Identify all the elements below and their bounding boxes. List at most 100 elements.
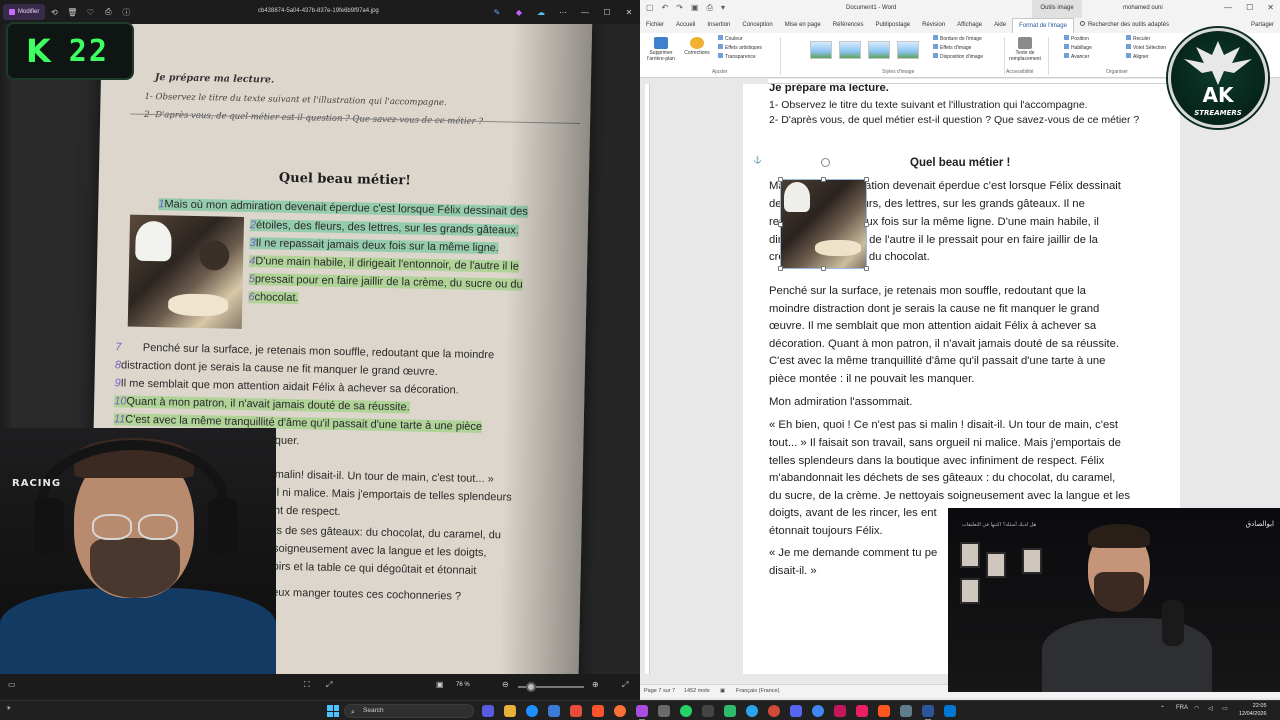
app-pink-icon[interactable] <box>834 705 846 717</box>
photos-app-icon[interactable] <box>636 705 648 720</box>
tab-format-image[interactable]: Format de l'image <box>1012 18 1074 33</box>
position-button[interactable]: Position <box>1064 35 1092 44</box>
app-dark-icon[interactable] <box>702 705 714 717</box>
tray-chevron-icon[interactable]: ⌃ <box>1160 705 1165 712</box>
tell-me-search[interactable]: Rechercher des outils adaptés <box>1074 18 1175 33</box>
app-circle-icon[interactable] <box>768 705 780 717</box>
app-magenta-icon[interactable] <box>856 705 868 717</box>
effets-artistiques-button[interactable]: Effets artistiques <box>718 44 762 53</box>
more-icon[interactable]: ⋯ <box>552 4 574 20</box>
share-button[interactable]: Partager <box>1245 18 1280 33</box>
fit-window-icon[interactable]: ▣ <box>436 680 444 689</box>
brave-icon[interactable] <box>592 705 604 717</box>
corrections-button[interactable]: Corrections <box>682 37 712 57</box>
taskbar-search[interactable]: ⌕ Search <box>344 704 474 718</box>
app-slate-icon[interactable] <box>900 705 912 717</box>
picture-style-4[interactable] <box>897 41 919 59</box>
chrome-icon[interactable] <box>812 705 824 717</box>
app-blue-icon[interactable] <box>944 705 956 717</box>
proofing-icon[interactable]: ▣ <box>720 688 725 694</box>
cloud-icon[interactable]: ☁ <box>530 4 552 20</box>
edit-pen-icon[interactable]: ✎ <box>486 4 508 20</box>
save-icon[interactable]: ▣ <box>691 3 699 13</box>
vertical-ruler[interactable] <box>645 84 650 674</box>
user-name[interactable]: mohamed ouni <box>1123 5 1163 11</box>
filmstrip-icon[interactable]: ▭ <box>8 680 16 689</box>
zoom-out-icon[interactable]: ⊖ <box>502 680 509 689</box>
app-orange-icon[interactable] <box>878 705 890 717</box>
edge-icon[interactable] <box>526 705 538 717</box>
tab-accueil[interactable]: Accueil <box>670 18 701 33</box>
volet-selection-button[interactable]: Volet Sélection <box>1126 44 1166 53</box>
weather-icon[interactable]: ☀ <box>6 705 11 712</box>
store-icon[interactable] <box>548 705 560 717</box>
zoom-slider-thumb[interactable] <box>526 682 536 692</box>
tab-fichier[interactable]: Fichier <box>640 18 670 33</box>
tab-revision[interactable]: Révision <box>916 18 951 33</box>
info-icon[interactable]: ⓘ <box>117 4 135 20</box>
habillage-button[interactable]: Habillage <box>1064 44 1092 53</box>
tab-insertion[interactable]: Insertion <box>701 18 736 33</box>
anchor-icon[interactable]: ⚓ <box>753 156 762 164</box>
battery-icon[interactable]: ▭ <box>1222 705 1228 712</box>
discord-icon[interactable] <box>790 705 802 717</box>
maximize-icon[interactable]: ☐ <box>1246 3 1253 12</box>
print-icon[interactable]: ⎙ <box>99 4 117 20</box>
close-icon[interactable]: ✕ <box>618 4 640 20</box>
resize-handle[interactable] <box>821 266 826 271</box>
disposition-button[interactable]: Disposition d'image <box>933 53 983 62</box>
resize-handle[interactable] <box>778 177 783 182</box>
transparence-button[interactable]: Transparence <box>718 53 762 62</box>
minimize-icon[interactable]: — <box>1224 3 1232 12</box>
resize-handle[interactable] <box>778 222 783 227</box>
picture-style-3[interactable] <box>868 41 890 59</box>
autosave-icon[interactable]: ▢ <box>646 3 654 13</box>
modifier-button[interactable]: Modifier <box>3 4 46 20</box>
zoom-in-icon[interactable]: ⊕ <box>592 680 599 689</box>
picture-style-2[interactable] <box>839 41 861 59</box>
telegram-icon[interactable] <box>746 705 758 717</box>
tab-references[interactable]: Références <box>827 18 870 33</box>
start-button[interactable] <box>327 705 339 717</box>
fit-icon[interactable]: ⛶ <box>304 680 310 690</box>
zoom-level[interactable]: 76 % <box>456 682 470 688</box>
clock[interactable]: 22:05 12/04/2026 <box>1239 702 1267 718</box>
print-preview-icon[interactable]: ⎙ <box>707 3 713 13</box>
app-gray-icon[interactable] <box>658 705 670 717</box>
tab-affichage[interactable]: Affichage <box>951 18 988 33</box>
remove-background-button[interactable]: Supprimer l'arrière-plan <box>646 37 676 63</box>
avancer-button[interactable]: Avancer <box>1064 53 1092 62</box>
effects-icon[interactable]: ◆ <box>508 4 530 20</box>
language-status[interactable]: Français (France) <box>736 688 779 694</box>
whatsapp-icon[interactable] <box>680 705 692 717</box>
resize-handle[interactable] <box>864 266 869 271</box>
couleur-button[interactable]: Couleur <box>718 35 762 44</box>
qat-dropdown-icon[interactable]: ▾ <box>721 3 725 13</box>
actual-size-icon[interactable]: ⤢ <box>326 680 332 690</box>
redo-icon[interactable]: ↷ <box>676 3 683 13</box>
taskbar-app-icon[interactable] <box>482 705 494 717</box>
resize-handle[interactable] <box>821 177 826 182</box>
rotate-handle[interactable] <box>821 158 830 167</box>
tab-conception[interactable]: Conception <box>736 18 778 33</box>
heart-icon[interactable]: ♡ <box>81 4 99 20</box>
page-count[interactable]: Page 7 sur 7 <box>644 688 675 694</box>
close-icon[interactable]: ✕ <box>1267 3 1274 12</box>
picture-style-1[interactable] <box>810 41 832 59</box>
delete-icon[interactable]: 🗑 <box>63 4 81 20</box>
bordure-button[interactable]: Bordure de l'image <box>933 35 983 44</box>
fullscreen-icon[interactable]: ⤢ <box>622 680 628 690</box>
maximize-icon[interactable]: ☐ <box>596 4 618 20</box>
reculer-button[interactable]: Reculer <box>1126 35 1166 44</box>
minimize-icon[interactable]: — <box>574 4 596 20</box>
file-explorer-icon[interactable] <box>504 705 516 717</box>
undo-icon[interactable]: ↶ <box>662 3 669 13</box>
tab-aide[interactable]: Aide <box>988 18 1012 33</box>
wifi-icon[interactable]: ◠ <box>1194 705 1199 712</box>
tab-publipostage[interactable]: Publipostage <box>869 18 916 33</box>
app-red-icon[interactable] <box>570 705 582 717</box>
alt-text-button[interactable]: Texte de remplacement <box>1008 37 1042 63</box>
rotate-icon[interactable]: ⟲ <box>45 4 63 20</box>
tab-mise-en-page[interactable]: Mise en page <box>779 18 827 33</box>
aligner-button[interactable]: Aligner <box>1126 53 1166 62</box>
